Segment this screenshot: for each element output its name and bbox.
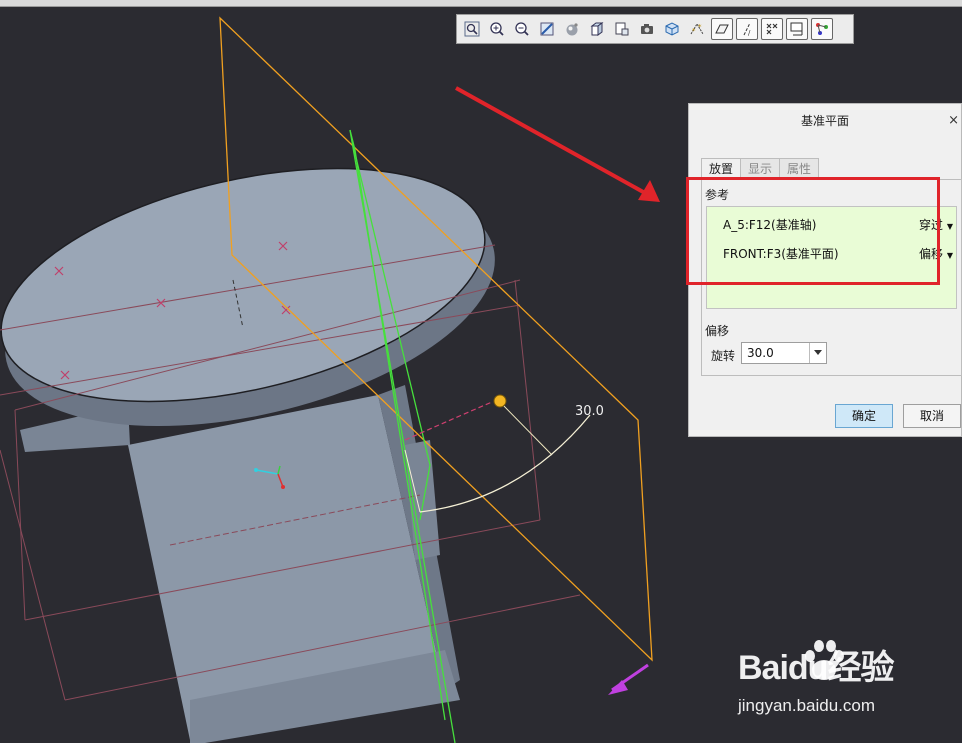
repaint-icon[interactable] [536,18,558,40]
point-display-icon[interactable] [760,18,783,40]
svg-text:*: * [698,23,702,31]
graphics-toolbar: * * / [456,14,854,44]
annotation-display-icon[interactable] [810,18,833,40]
display-style-icon[interactable] [661,18,683,40]
rotation-value: 30.0 [747,346,774,360]
saved-orientations-icon[interactable] [586,18,608,40]
tab-properties[interactable]: 属性 [779,158,820,179]
view-manager-icon[interactable] [611,18,633,40]
perspective-icon[interactable] [636,18,658,40]
annotation-highlight-box [686,177,940,285]
dialog-tabs: 放置 显示 属性 [701,158,820,180]
chevron-down-icon: ▼ [946,222,953,231]
chevron-down-icon[interactable] [809,343,826,363]
plane-display-icon[interactable] [710,18,733,40]
top-toolbar-strip [0,0,962,7]
annotation-arrow [455,86,660,202]
dialog-title: 基准平面 [800,114,849,128]
watermark-url: jingyan.baidu.com [738,696,876,715]
svg-text:/: / [748,29,751,37]
watermark: Baidu经验 jingyan.baidu.com [738,636,962,743]
offset-label: 偏移 [705,324,730,338]
svg-text:*: * [692,27,696,35]
rotation-label: 旋转 [711,349,736,363]
zoom-in-icon[interactable] [486,18,508,40]
rotation-dimension-label[interactable]: 30.0 [575,404,604,419]
zoom-out-icon[interactable] [511,18,533,40]
close-icon[interactable]: × [948,113,959,128]
refit-icon[interactable] [461,18,483,40]
axis-display-icon[interactable]: / [735,18,758,40]
flip-direction-arrow[interactable] [608,663,649,695]
rotation-drag-handle[interactable] [493,394,507,408]
rotation-input[interactable]: 30.0 [741,342,827,364]
ok-button[interactable]: 确定 [835,404,893,428]
chevron-down-icon: ▼ [946,251,953,260]
datum-display-icon[interactable]: * * [686,18,708,40]
cancel-button[interactable]: 取消 [903,404,961,428]
shading-icon[interactable] [561,18,583,40]
tab-display[interactable]: 显示 [740,158,781,179]
watermark-brand: Baidu经验 [738,649,894,687]
csys-display-icon[interactable] [785,18,808,40]
